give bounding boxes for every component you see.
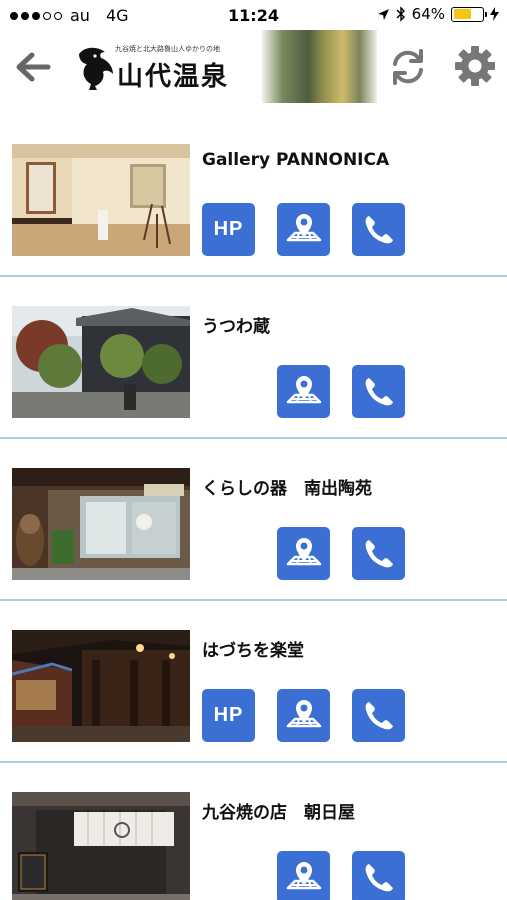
map-button[interactable] (277, 203, 330, 256)
back-button[interactable] (14, 50, 52, 84)
map-button[interactable] (277, 851, 330, 900)
shop-list: Gallery PANNONICA HP うつわ蔵 くらしの器 南出陶苑 はづち… (0, 115, 507, 900)
map-pin-icon (286, 375, 321, 403)
homepage-button[interactable]: HP (202, 203, 255, 256)
shop-name: くらしの器 南出陶苑 (202, 479, 372, 499)
shop-name: うつわ蔵 (202, 317, 270, 337)
list-item[interactable]: はづちを楽堂 HP (0, 601, 507, 763)
app-logo: 九谷焼と北大路魯山人ゆかりの地 山代温泉 (75, 42, 245, 96)
phone-button[interactable] (352, 689, 405, 742)
battery-percent: 64% (411, 5, 445, 23)
shop-name: Gallery PANNONICA (202, 150, 390, 170)
shop-name: 九谷焼の店 朝日屋 (202, 803, 355, 823)
settings-gear-icon (455, 46, 495, 86)
map-button[interactable] (277, 527, 330, 580)
shop-photo-gallery (12, 144, 190, 256)
location-arrow-icon (377, 8, 389, 20)
app-header: 九谷焼と北大路魯山人ゆかりの地 山代温泉 (0, 30, 507, 105)
phone-icon (365, 215, 393, 243)
phone-icon (365, 377, 393, 405)
phone-icon (365, 701, 393, 729)
shop-photo-asahiya (12, 792, 190, 900)
phone-button[interactable] (352, 851, 405, 900)
phone-icon (365, 863, 393, 891)
logo-title: 山代温泉 (117, 62, 230, 92)
rooster-logo-icon (79, 47, 113, 90)
refresh-button[interactable] (388, 47, 428, 87)
shop-photo-utsuwagura (12, 306, 190, 418)
phone-icon (365, 539, 393, 567)
logo-tagline: 九谷焼と北大路魯山人ゆかりの地 (115, 45, 220, 53)
map-pin-icon (286, 861, 321, 889)
list-item[interactable]: うつわ蔵 (0, 277, 507, 439)
list-item[interactable]: 九谷焼の店 朝日屋 (0, 763, 507, 900)
map-button[interactable] (277, 689, 330, 742)
settings-button[interactable] (454, 45, 496, 87)
battery-icon (451, 6, 487, 22)
phone-button[interactable] (352, 203, 405, 256)
charging-bolt-icon (490, 7, 499, 21)
shop-photo-hazuchiwo (12, 630, 190, 742)
status-right: 64% (377, 5, 499, 23)
list-item[interactable]: Gallery PANNONICA HP (0, 115, 507, 277)
phone-button[interactable] (352, 365, 405, 418)
map-button[interactable] (277, 365, 330, 418)
map-pin-icon (286, 213, 321, 241)
status-bar: au 4G 11:24 64% (0, 0, 507, 30)
phone-button[interactable] (352, 527, 405, 580)
back-arrow-icon (16, 52, 51, 82)
header-photo (262, 30, 377, 103)
homepage-button[interactable]: HP (202, 689, 255, 742)
bluetooth-icon (396, 6, 405, 22)
map-pin-icon (286, 537, 321, 565)
refresh-icon (393, 49, 423, 85)
map-pin-icon (286, 699, 321, 727)
shop-name: はづちを楽堂 (202, 641, 304, 661)
list-item[interactable]: くらしの器 南出陶苑 (0, 439, 507, 601)
shop-photo-minamide (12, 468, 190, 580)
